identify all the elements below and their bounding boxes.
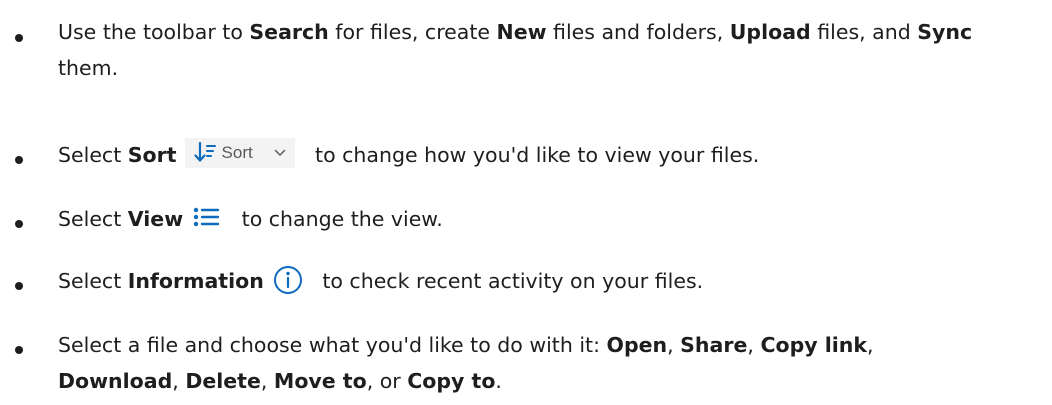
bold-new: New — [496, 20, 547, 44]
list-item-text: Select View to change the view. — [58, 201, 1048, 237]
text-span: files and folders, — [546, 20, 730, 44]
list-item-text: Select a file and choose what you'd like… — [58, 327, 993, 399]
text-span: them. — [58, 56, 119, 80]
bold-share: Share — [680, 333, 748, 357]
list-item-text: Select Information to check recent activ… — [58, 263, 1048, 299]
text-span: , — [747, 333, 761, 357]
bold-search: Search — [249, 20, 329, 44]
bold-upload: Upload — [729, 20, 811, 44]
text-span: to check recent activity on your files. — [315, 269, 704, 293]
text-span: for files, create — [328, 20, 497, 44]
bold-information: Information — [127, 269, 264, 293]
bullet-icon — [15, 220, 23, 228]
text-span: to change how you'd like to view your fi… — [308, 143, 760, 167]
list-item-text: Use the toolbar to Search for files, cre… — [58, 14, 1023, 86]
text-span: . — [495, 369, 502, 393]
view-button-illustration — [189, 202, 223, 232]
text-span: , or — [366, 369, 408, 393]
sort-button-illustration: Sort — [184, 138, 295, 168]
chevron-down-icon — [274, 149, 285, 156]
sort-button-label: Sort — [221, 143, 253, 162]
list-item-text: Select Sort Sort to change how you'd like… — [58, 137, 1048, 173]
text-span: Select — [58, 207, 128, 231]
bold-copy-to: Copy to — [407, 369, 496, 393]
information-button-illustration — [270, 264, 306, 294]
text-span: , — [867, 333, 874, 357]
bullet-icon — [15, 156, 23, 164]
bold-sync: Sync — [917, 20, 973, 44]
bold-copy-link: Copy link — [760, 333, 868, 357]
text-span: Use the toolbar to — [58, 20, 250, 44]
text-span: Select — [58, 143, 128, 167]
info-icon — [273, 266, 302, 294]
bold-sort: Sort — [127, 143, 177, 167]
bullet-icon — [15, 282, 23, 290]
text-span: files, and — [810, 20, 918, 44]
text-span: Select — [58, 269, 128, 293]
text-span: to change the view. — [235, 207, 443, 231]
bold-move-to: Move to — [273, 369, 367, 393]
bold-open: Open — [606, 333, 668, 357]
text-span: , — [260, 369, 274, 393]
bullet-icon — [15, 346, 23, 354]
text-span: , — [172, 369, 186, 393]
list-view-icon — [193, 207, 220, 227]
bold-view: View — [127, 207, 184, 231]
text-span: Select a file and choose what you'd like… — [58, 333, 607, 357]
bold-download: Download — [58, 369, 173, 393]
bold-delete: Delete — [185, 369, 261, 393]
sort-arrow-icon — [193, 141, 216, 162]
bullet-icon — [15, 34, 23, 42]
text-span: , — [667, 333, 681, 357]
